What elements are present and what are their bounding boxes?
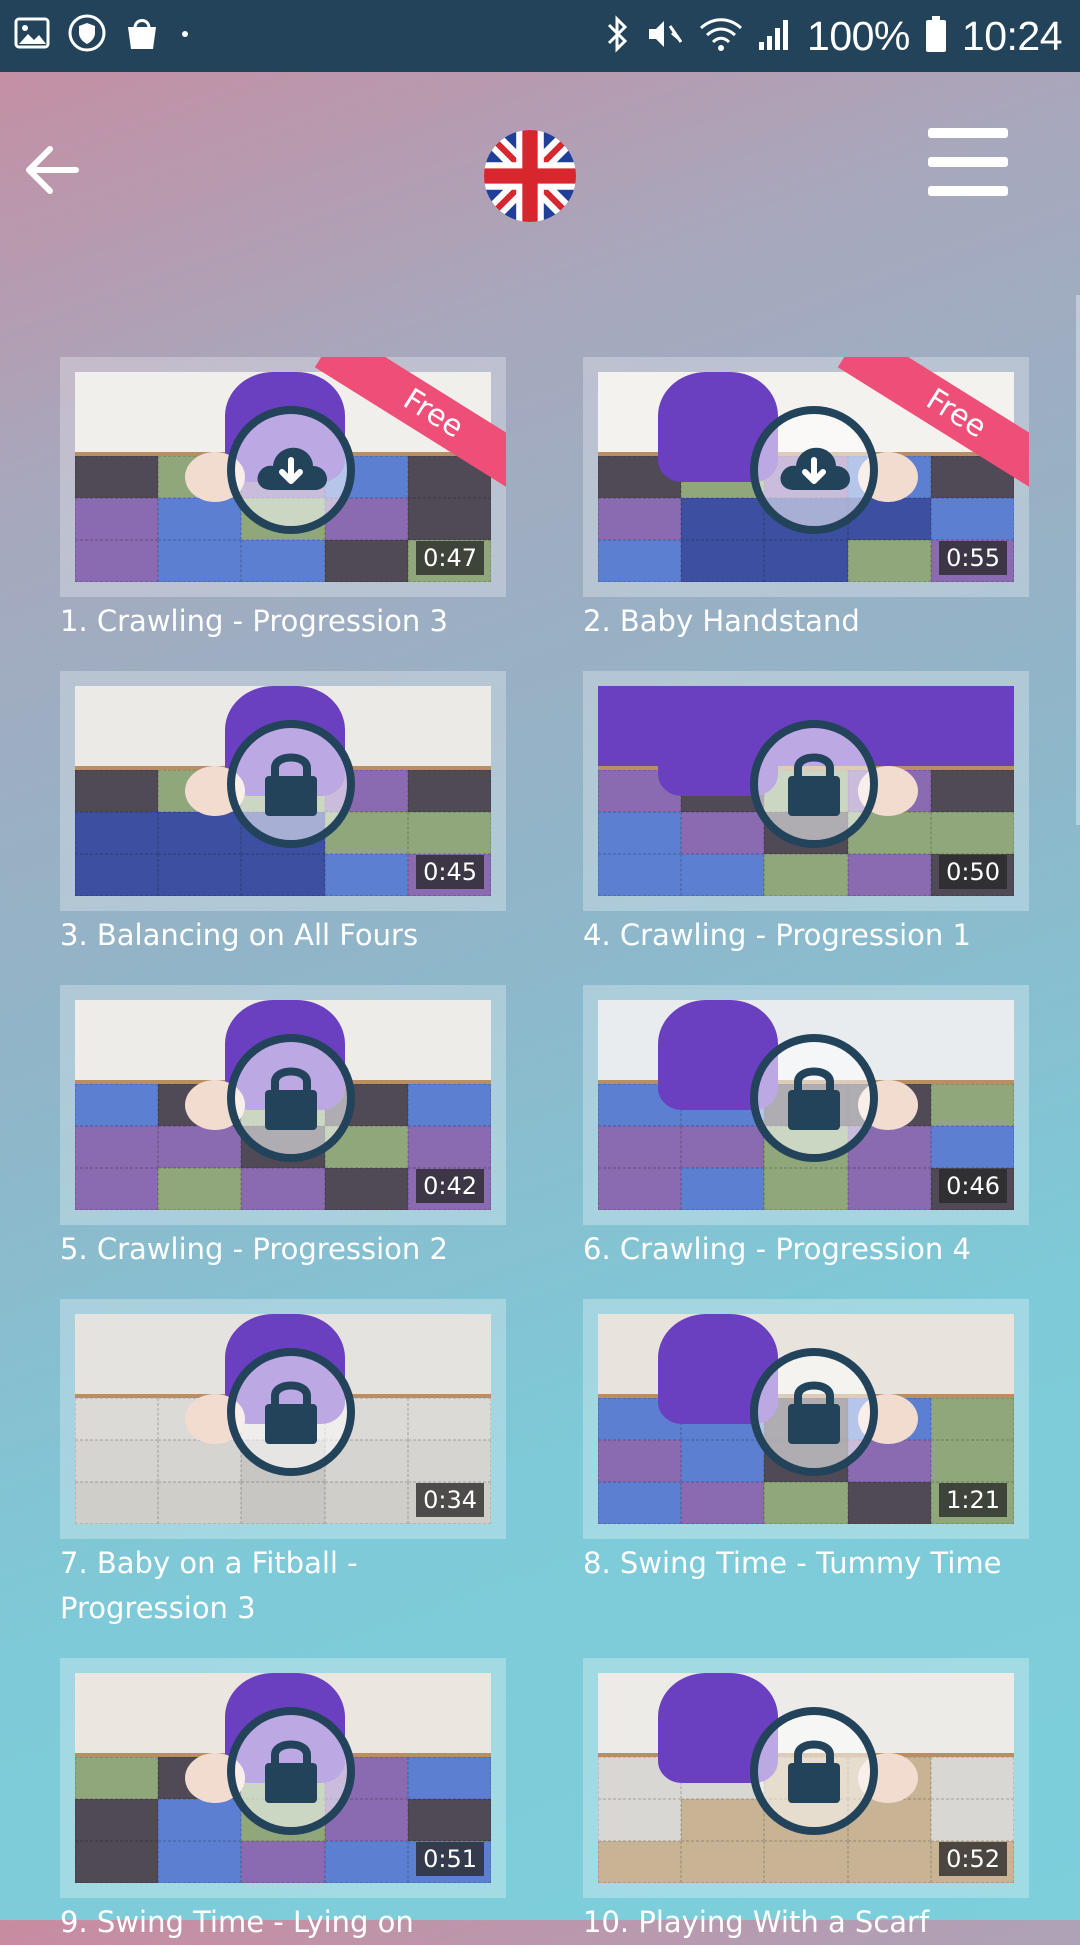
video-thumbnail-frame[interactable]: 0:45 bbox=[60, 671, 506, 911]
back-button[interactable] bbox=[24, 140, 84, 200]
video-title[interactable]: 6. Crawling - Progression 4 bbox=[583, 1227, 1029, 1272]
video-thumbnail-frame[interactable]: 0:34 bbox=[60, 1299, 506, 1539]
video-thumbnail-frame[interactable]: 0:46 bbox=[583, 985, 1029, 1225]
lock-icon bbox=[260, 1374, 322, 1450]
signal-icon bbox=[757, 14, 793, 58]
video-thumbnail-frame[interactable]: 0:51 bbox=[60, 1658, 506, 1898]
wifi-icon bbox=[699, 14, 743, 58]
mute-icon bbox=[645, 14, 685, 58]
video-duration: 1:21 bbox=[939, 1483, 1007, 1517]
lock-icon bbox=[260, 1733, 322, 1809]
download-button[interactable] bbox=[227, 406, 355, 534]
video-duration: 0:34 bbox=[416, 1483, 484, 1517]
video-duration: 0:47 bbox=[416, 541, 484, 575]
hamburger-menu-icon bbox=[928, 128, 1008, 196]
locked-badge bbox=[227, 720, 355, 848]
video-title[interactable]: 7. Baby on a Fitball - Progression 3 bbox=[60, 1541, 360, 1631]
video-card[interactable]: Free 0:55 2. Baby Handstand bbox=[583, 357, 1029, 644]
lock-icon bbox=[260, 746, 322, 822]
video-thumbnail-frame[interactable]: Free 0:55 bbox=[583, 357, 1029, 597]
scrollbar[interactable] bbox=[1076, 295, 1080, 825]
video-title[interactable]: 10. Playing With a Scarf bbox=[583, 1900, 1029, 1945]
video-thumbnail-frame[interactable]: 0:50 bbox=[583, 671, 1029, 911]
video-thumbnail-frame[interactable]: Free 0:47 bbox=[60, 357, 506, 597]
image-icon bbox=[14, 16, 50, 54]
video-title[interactable]: 9. Swing Time - Lying on bbox=[60, 1900, 506, 1945]
cloud-download-icon bbox=[253, 438, 329, 502]
video-card[interactable]: 0:51 9. Swing Time - Lying on bbox=[60, 1658, 506, 1945]
video-duration: 0:46 bbox=[939, 1169, 1007, 1203]
lock-icon bbox=[783, 746, 845, 822]
video-duration: 0:42 bbox=[416, 1169, 484, 1203]
video-thumbnail-frame[interactable]: 0:52 bbox=[583, 1658, 1029, 1898]
language-flag-button[interactable] bbox=[484, 130, 576, 222]
video-card[interactable]: 0:42 5. Crawling - Progression 2 bbox=[60, 985, 506, 1272]
video-title[interactable]: 4. Crawling - Progression 1 bbox=[583, 913, 1029, 958]
video-card[interactable]: 0:52 10. Playing With a Scarf bbox=[583, 1658, 1029, 1945]
video-card[interactable]: 0:46 6. Crawling - Progression 4 bbox=[583, 985, 1029, 1272]
video-title[interactable]: 8. Swing Time - Tummy Time bbox=[583, 1541, 1029, 1586]
lock-icon bbox=[783, 1733, 845, 1809]
video-thumbnail-frame[interactable]: 1:21 bbox=[583, 1299, 1029, 1539]
download-button[interactable] bbox=[750, 406, 878, 534]
locked-badge bbox=[750, 1034, 878, 1162]
locked-badge bbox=[750, 1707, 878, 1835]
video-duration: 0:50 bbox=[939, 855, 1007, 889]
video-duration: 0:55 bbox=[939, 541, 1007, 575]
video-duration: 0:51 bbox=[416, 1842, 484, 1876]
video-duration: 0:45 bbox=[416, 855, 484, 889]
shield-icon bbox=[68, 14, 106, 56]
uk-flag-icon bbox=[484, 130, 576, 222]
video-card[interactable]: 0:45 3. Balancing on All Fours bbox=[60, 671, 506, 958]
video-card[interactable]: 0:50 4. Crawling - Progression 1 bbox=[583, 671, 1029, 958]
video-card[interactable]: 1:21 8. Swing Time - Tummy Time bbox=[583, 1299, 1029, 1586]
cloud-download-icon bbox=[776, 438, 852, 502]
status-bar: 100% 10:24 bbox=[0, 0, 1080, 72]
shopping-bag-icon bbox=[124, 14, 160, 56]
video-title[interactable]: 2. Baby Handstand bbox=[583, 599, 1029, 644]
bluetooth-icon bbox=[605, 14, 631, 58]
arrow-left-icon bbox=[26, 146, 79, 194]
battery-percent: 100% bbox=[807, 12, 910, 59]
video-title[interactable]: 1. Crawling - Progression 3 bbox=[60, 599, 506, 644]
locked-badge bbox=[227, 1348, 355, 1476]
video-title[interactable]: 3. Balancing on All Fours bbox=[60, 913, 506, 958]
video-duration: 0:52 bbox=[939, 1842, 1007, 1876]
battery-icon bbox=[924, 14, 948, 58]
video-title[interactable]: 5. Crawling - Progression 2 bbox=[60, 1227, 506, 1272]
hamburger-menu-button[interactable] bbox=[928, 128, 1008, 196]
video-thumbnail-frame[interactable]: 0:42 bbox=[60, 985, 506, 1225]
locked-badge bbox=[750, 720, 878, 848]
lock-icon bbox=[260, 1060, 322, 1136]
dot-icon bbox=[178, 26, 192, 45]
lock-icon bbox=[783, 1060, 845, 1136]
locked-badge bbox=[227, 1034, 355, 1162]
lock-icon bbox=[783, 1374, 845, 1450]
video-card[interactable]: 0:34 7. Baby on a Fitball - Progression 3 bbox=[60, 1299, 506, 1631]
locked-badge bbox=[227, 1707, 355, 1835]
locked-badge bbox=[750, 1348, 878, 1476]
clock: 10:24 bbox=[961, 12, 1063, 59]
video-card[interactable]: Free 0:47 1. Crawling - Progression 3 bbox=[60, 357, 506, 644]
